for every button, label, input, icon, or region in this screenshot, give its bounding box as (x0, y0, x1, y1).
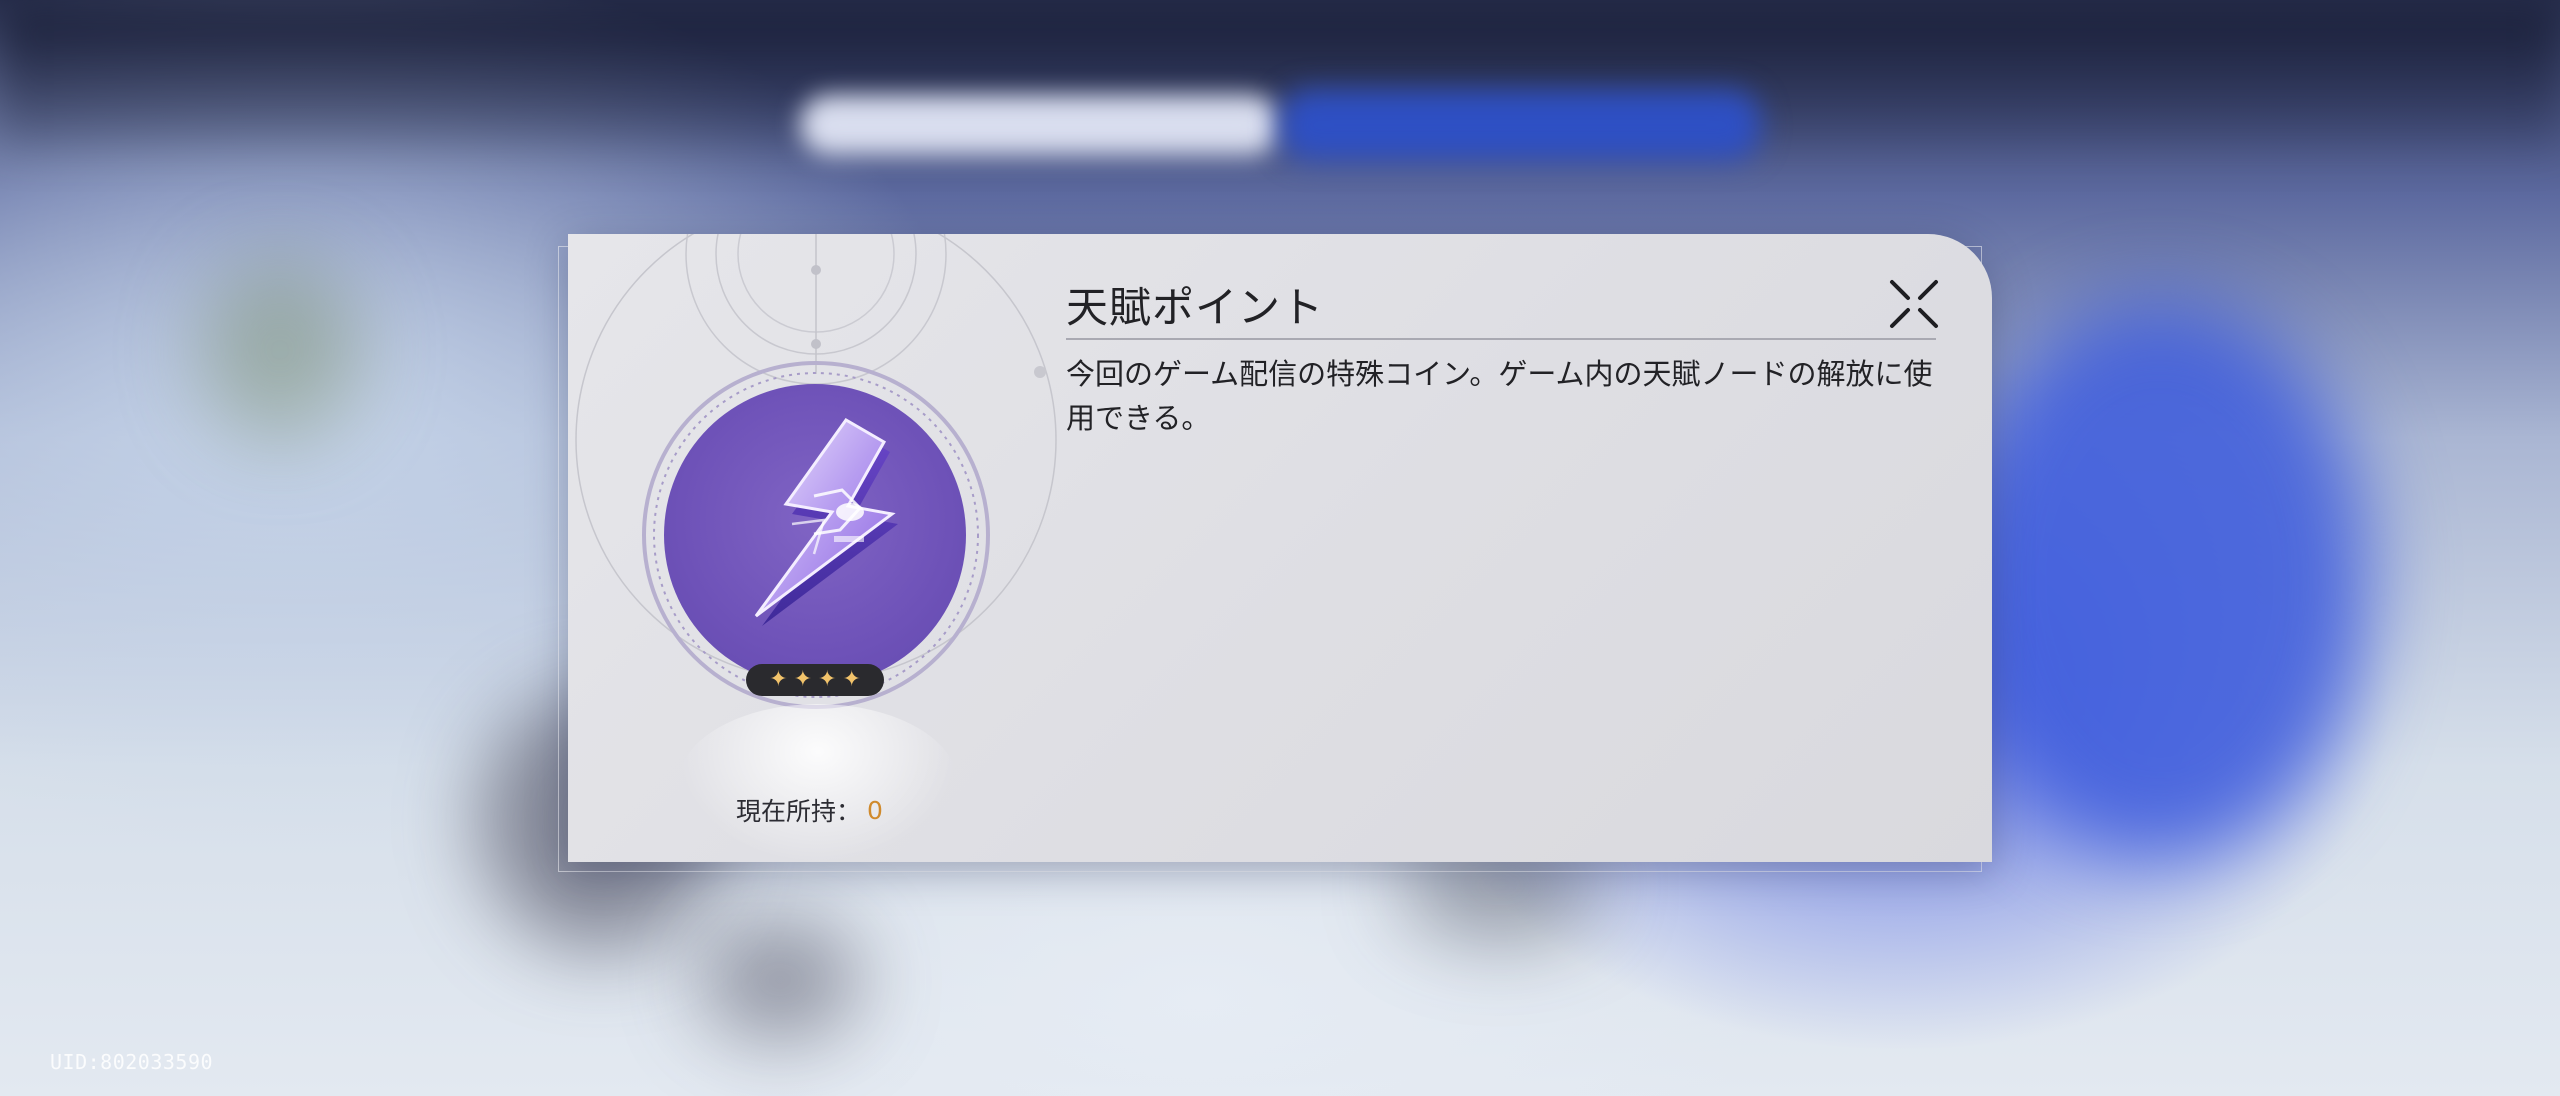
close-x-icon[interactable] (1886, 276, 1942, 332)
item-detail-dialog: ✦ ✦ ✦ ✦ 現在所持： 0 天賦ポイント 今回のゲーム配信の特殊コイン。ゲー… (568, 234, 1992, 862)
item-title: 天賦ポイント (1066, 283, 1325, 332)
title-divider (1066, 338, 1936, 340)
current-holding: 現在所持： 0 (736, 790, 883, 830)
star-icon: ✦ (818, 667, 837, 692)
star-icon: ✦ (793, 667, 812, 692)
item-icon-frame (664, 384, 966, 686)
lightning-chip-icon (754, 418, 898, 626)
star-icon: ✦ (842, 667, 861, 692)
background-blob (700, 920, 860, 1040)
holding-label: 現在所持： (736, 797, 862, 826)
background-blurred-button (1280, 90, 1760, 160)
holding-value: 0 (867, 795, 883, 825)
background-blob (200, 260, 360, 440)
item-description: 今回のゲーム配信の特殊コイン。ゲーム内の天賦ノードの解放に使用できる。 (1066, 357, 1933, 435)
rarity-badge: ✦ ✦ ✦ ✦ (746, 664, 884, 696)
close-button[interactable] (1886, 276, 1942, 332)
star-icon: ✦ (769, 667, 788, 692)
background-blob (1950, 300, 2370, 860)
background-blurred-tab (800, 95, 1280, 155)
user-uid: UID:802033590 (50, 1050, 214, 1074)
item-pedestal (678, 704, 958, 862)
